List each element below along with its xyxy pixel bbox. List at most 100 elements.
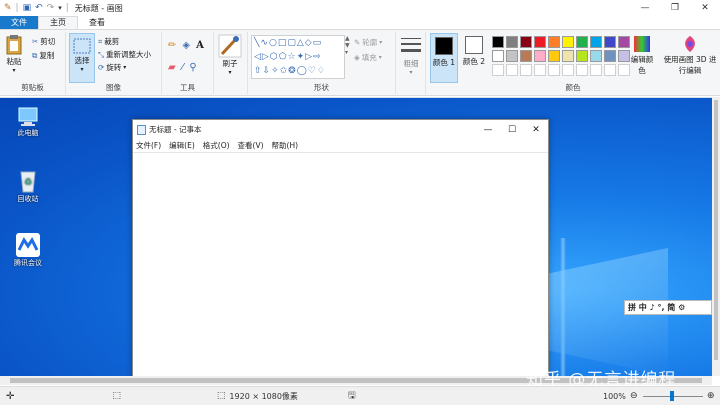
- shapes-group: ╲∿○□▢△◇▭ ◁▷⬡⬠☆✦▷⇨ ⇧⇩✧✩❂◯♡♢ ▲ ▼ ▾ ✎ 轮廓 ▾ ◈ 填…: [248, 32, 396, 94]
- size-button[interactable]: 粗细 ▾: [399, 34, 423, 76]
- minimize-button[interactable]: —: [630, 0, 660, 16]
- color-swatch[interactable]: [520, 50, 532, 62]
- close-button[interactable]: ✕: [690, 0, 720, 16]
- color-swatch[interactable]: [562, 50, 574, 62]
- zoom-slider-thumb[interactable]: [670, 391, 674, 401]
- notepad-maximize-button[interactable]: ☐: [500, 120, 524, 139]
- ribbon: 粘贴 ▾ ✂ 剪切 ⧉ 复制 剪贴板 选择 ▾ ⌗ 裁剪 ⤡ 重新调整大小 ⟳ …: [0, 30, 720, 96]
- paste-button[interactable]: 粘贴 ▾: [5, 34, 23, 74]
- notepad-menu-bar: 文件(F) 编辑(E) 格式(O) 查看(V) 帮助(H): [133, 139, 548, 151]
- ime-toolbar[interactable]: 拼 中 ♪ °, 简 ⚙: [624, 300, 712, 315]
- rotate-icon: ⟳: [98, 63, 105, 72]
- color-swatch[interactable]: [492, 36, 504, 48]
- desktop-icon-this-pc[interactable]: 此电脑: [8, 106, 48, 138]
- notepad-close-button[interactable]: ✕: [524, 120, 548, 139]
- select-button[interactable]: 选择 ▾: [69, 33, 95, 83]
- recycle-bin-icon: ♻: [20, 171, 36, 193]
- outline-button[interactable]: ✎ 轮廓 ▾: [354, 37, 382, 48]
- color-swatch[interactable]: [520, 36, 532, 48]
- custom-color-swatch[interactable]: [562, 64, 574, 76]
- tab-view[interactable]: 查看: [78, 16, 116, 29]
- tools-group: ✏ ◈ A ▰ ⁄ ⚲ 工具: [162, 32, 214, 94]
- color-swatch[interactable]: [562, 36, 574, 48]
- crop-icon: ⌗: [98, 36, 103, 46]
- vertical-scroll-thumb[interactable]: [714, 100, 718, 360]
- fill-icon: ◈: [354, 53, 360, 62]
- notepad-menu-view[interactable]: 查看(V): [238, 140, 264, 151]
- computer-icon: [18, 107, 38, 126]
- paint3d-button[interactable]: 使用画图 3D 进行编辑: [662, 34, 718, 76]
- redo-icon[interactable]: ↷: [47, 3, 55, 13]
- copy-button[interactable]: ⧉ 复制: [32, 50, 54, 61]
- scissors-icon: ✂: [32, 37, 39, 46]
- notepad-menu-format[interactable]: 格式(O): [203, 140, 230, 151]
- custom-color-swatch[interactable]: [576, 64, 588, 76]
- color-swatch[interactable]: [590, 50, 602, 62]
- color1-button[interactable]: 颜色 1: [430, 33, 458, 83]
- pencil-icon[interactable]: ✏: [168, 40, 176, 51]
- color-swatch[interactable]: [576, 50, 588, 62]
- color-swatch[interactable]: [506, 36, 518, 48]
- paint-app-icon: ✎: [4, 3, 12, 13]
- color-swatch[interactable]: [590, 36, 602, 48]
- color-swatch[interactable]: [548, 50, 560, 62]
- color-swatch[interactable]: [534, 50, 546, 62]
- resize-button[interactable]: ⤡ 重新调整大小: [98, 49, 151, 60]
- color-swatch[interactable]: [604, 36, 616, 48]
- color-swatch[interactable]: [576, 36, 588, 48]
- zoom-in-button[interactable]: ⊕: [707, 391, 715, 401]
- cut-button[interactable]: ✂ 剪切: [32, 36, 55, 47]
- desktop-icon-recycle-bin[interactable]: ♻ 回收站: [8, 168, 48, 204]
- color-swatch[interactable]: [604, 50, 616, 62]
- eraser-icon[interactable]: ▰: [168, 62, 176, 73]
- tencent-meeting-icon: [16, 233, 40, 257]
- save-icon[interactable]: ▣: [23, 3, 32, 13]
- fill-button[interactable]: ◈ 填充 ▾: [354, 52, 382, 63]
- crop-button[interactable]: ⌗ 裁剪: [98, 36, 119, 47]
- color-swatch[interactable]: [548, 36, 560, 48]
- edit-colors-button[interactable]: 编辑颜色: [628, 34, 656, 76]
- customize-qat-icon[interactable]: ▾: [58, 4, 62, 12]
- custom-color-swatch[interactable]: [548, 64, 560, 76]
- ime-label: 拼 中 ♪ °, 简 ⚙: [628, 303, 686, 312]
- colors-group: 颜色 1 颜色 2 编辑颜色 使用画图 3D 进行编辑 颜色: [426, 32, 720, 94]
- notepad-minimize-button[interactable]: —: [476, 120, 500, 139]
- text-tool-icon[interactable]: A: [196, 40, 204, 51]
- line-width-icon: [401, 38, 421, 52]
- color2-button[interactable]: 颜色 2: [460, 33, 488, 83]
- color-swatch[interactable]: [506, 50, 518, 62]
- notepad-title: 无标题 - 记事本: [149, 125, 202, 134]
- notepad-menu-edit[interactable]: 编辑(E): [169, 140, 195, 151]
- notepad-menu-file[interactable]: 文件(F): [136, 140, 161, 151]
- fill-bucket-icon[interactable]: ◈: [182, 40, 190, 51]
- shapes-gallery[interactable]: ╲∿○□▢△◇▭ ◁▷⬡⬠☆✦▷⇨ ⇧⇩✧✩❂◯♡♢: [251, 35, 345, 79]
- custom-color-swatch[interactable]: [604, 64, 616, 76]
- tab-home[interactable]: 主页: [38, 16, 78, 29]
- custom-color-swatch[interactable]: [506, 64, 518, 76]
- custom-color-swatch[interactable]: [590, 64, 602, 76]
- copy-icon: ⧉: [32, 50, 38, 60]
- outline-icon: ✎: [354, 38, 361, 47]
- canvas-dimensions: 1920 × 1080像素: [229, 391, 298, 401]
- tab-file[interactable]: 文件: [0, 16, 38, 29]
- notepad-menu-help[interactable]: 帮助(H): [272, 140, 299, 151]
- zoom-out-button[interactable]: ⊖: [630, 391, 638, 401]
- color2-swatch: [465, 36, 483, 54]
- magnifier-icon[interactable]: ⚲: [189, 62, 196, 73]
- notepad-window[interactable]: 无标题 - 记事本 — ☐ ✕ 文件(F) 编辑(E) 格式(O) 查看(V) …: [132, 119, 549, 377]
- notepad-text-area[interactable]: [133, 152, 548, 376]
- color-swatch[interactable]: [492, 50, 504, 62]
- desktop-icon-tencent-meeting[interactable]: 腾讯会议: [8, 232, 48, 268]
- color-swatch[interactable]: [534, 36, 546, 48]
- undo-icon[interactable]: ↶: [35, 3, 43, 13]
- custom-color-swatch[interactable]: [492, 64, 504, 76]
- maximize-button[interactable]: ❐: [660, 0, 690, 16]
- tools-group-label: 工具: [180, 83, 195, 92]
- brush-button[interactable]: 刷子 ▾: [218, 34, 242, 76]
- custom-color-swatch[interactable]: [534, 64, 546, 76]
- shapes-scroll[interactable]: ▲ ▼ ▾: [345, 35, 351, 79]
- custom-color-swatch[interactable]: [520, 64, 532, 76]
- color-picker-icon[interactable]: ⁄: [182, 62, 184, 73]
- rotate-button[interactable]: ⟳ 旋转 ▾: [98, 62, 126, 73]
- file-size-icon: 🖫: [347, 391, 356, 401]
